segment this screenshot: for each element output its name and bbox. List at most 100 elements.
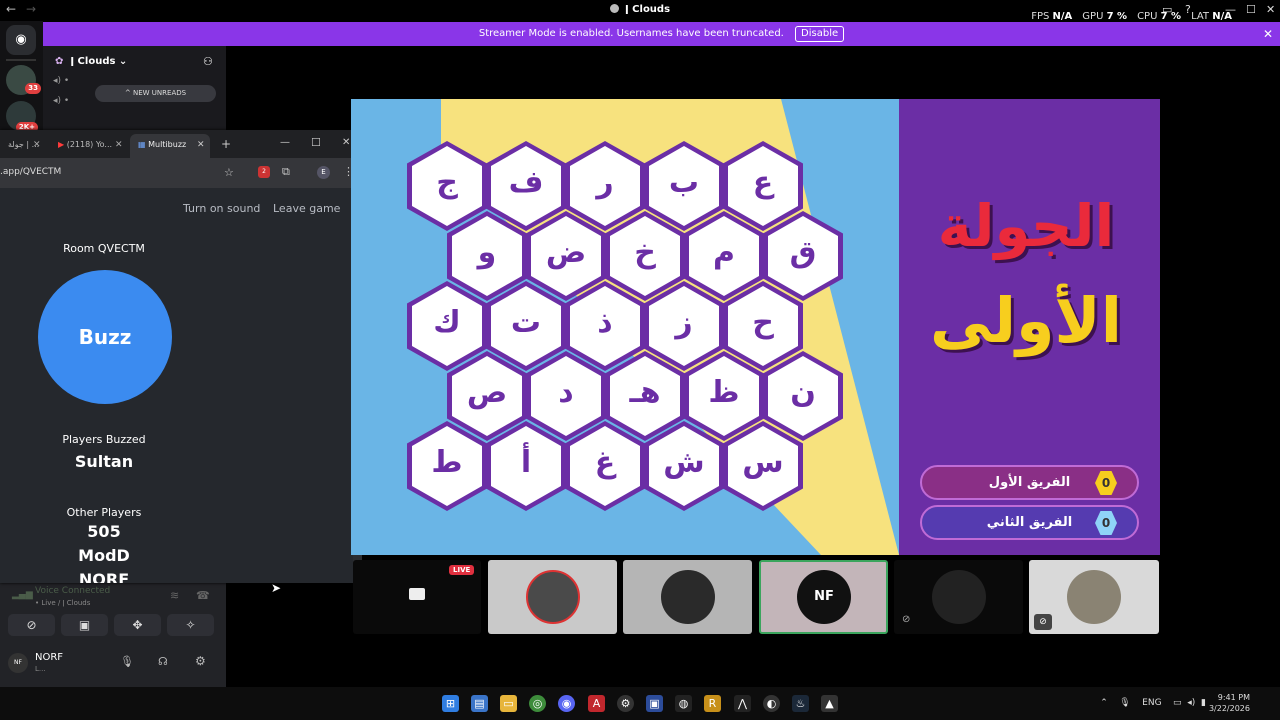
volume-icon[interactable]: ◂) [1187,698,1195,708]
vpn-icon[interactable]: ⋀ [734,695,751,712]
settings-gear-icon[interactable]: ⚙ [195,654,206,668]
participant-tile[interactable] [488,560,617,634]
file-explorer-icon[interactable]: ▭ [500,695,517,712]
close-tab-icon[interactable]: ✕ [197,140,205,150]
letter-hex-label: غ [570,426,640,506]
new-unreads-button[interactable]: ^ NEW UNREADS [95,85,216,102]
voice-sub: • Live / ǀ Clouds [35,599,91,607]
participant-tile[interactable]: ⊘ [894,560,1023,634]
noise-suppression-icon[interactable]: ≋ [170,589,179,602]
letter-hex-label: ش [649,426,719,506]
extensions-puzzle-icon[interactable]: ⧉ [282,165,290,179]
screen-share-icon [409,588,425,600]
letter-hex-label: ك [412,286,482,366]
url-text[interactable]: .app/QVECTM [0,167,61,177]
players-buzzed-label: Players Buzzed [62,433,146,446]
rail-divider [6,59,36,61]
team1-name: الفريق الأول [988,475,1071,490]
letter-hex-label: ط [412,426,482,506]
activities-button[interactable]: ✥ [114,614,161,636]
chrome-icon[interactable]: ◎ [529,695,546,712]
disable-button[interactable]: Disable [795,26,845,42]
server-icon-2[interactable]: 2K+ [6,101,38,133]
participant-tile[interactable] [623,560,752,634]
other-player: NORF [78,570,130,583]
unread-badge: 33 [25,83,41,94]
speaking-participant-tile[interactable]: NF [759,560,888,634]
new-tab-icon[interactable]: + [221,137,231,151]
team2-score-value: 0 [1095,511,1117,535]
network-icon[interactable]: ▭ [1173,698,1182,708]
close-tab-icon[interactable]: ✕ [33,140,41,150]
server-icon-1[interactable]: 33 [6,65,41,95]
leave-game-link[interactable]: Leave game [273,202,340,215]
steam-icon[interactable]: ♨ [792,695,809,712]
taskbar: ⊞ ▤ ▭ ◎ ◉ A ⚙ ▣ ◍ R ⋀ ◐ ♨ ▲ ⌃ 🎙︎ ENG ▭ ◂… [0,687,1280,720]
letter-hex-label: ص [452,356,522,436]
other-player: ModD [78,546,130,565]
screen-share-button[interactable]: ▣ [61,614,108,636]
extension-icon[interactable]: 2 [258,166,270,178]
youtube-icon: ▶ [58,140,65,149]
buzz-button[interactable]: Buzz [38,270,172,404]
microphone-icon[interactable]: 🎙︎ [120,655,134,668]
discord-icon[interactable]: ◉ [558,695,575,712]
letter-hex-label: ض [531,216,601,296]
headphones-icon[interactable]: ☊ [158,655,168,668]
speaker-icon: ◂) • [53,96,70,106]
battery-icon[interactable]: ▮ [1201,698,1206,708]
letter-hex-label: ر [570,146,640,226]
turn-on-sound-link[interactable]: Turn on sound [183,202,260,215]
server-header[interactable]: ✿ ǀ Clouds ⌄ [55,56,127,67]
profile-avatar[interactable]: E [317,166,330,179]
avatar[interactable]: NF [8,653,28,673]
voice-panel: ▂▄▆ Voice Connected • Live / ǀ Clouds ≋ … [0,583,226,687]
time: 9:41 PM [1217,693,1250,702]
speaker-icon: ◂) • [53,76,70,86]
obs-icon[interactable]: ◍ [675,695,692,712]
address-bar[interactable]: .app/QVECTM ☆ 2 ⧉ E ⋮ [0,158,362,188]
minimize-icon[interactable]: — [1225,3,1236,16]
chevron-up-icon[interactable]: ⌃ [1100,698,1108,708]
letter-hex-label: س [728,426,798,506]
tab-strip: جولة | ... ✕ ▶ (2118) Yo... ✕ ▦ Multibuz… [0,130,362,158]
app-icon[interactable]: ▣ [646,695,663,712]
acrobat-icon[interactable]: A [588,695,605,712]
letter-hex-label: م [689,216,759,296]
maximize-icon[interactable]: ☐ [311,136,321,149]
app-icon[interactable]: ▲ [821,695,838,712]
maximize-icon[interactable]: ☐ [1246,3,1256,16]
store-icon[interactable]: ▤ [471,695,488,712]
inbox-icon[interactable]: ▭ [1162,3,1172,16]
discord-home-icon[interactable]: ◉ [6,25,36,55]
avatar [526,570,580,624]
close-icon[interactable]: ✕ [342,137,350,148]
bookmark-star-icon[interactable]: ☆ [224,166,234,179]
disconnect-icon[interactable]: ☎ [196,589,210,602]
system-tray: ⌃ 🎙︎ ENG ▭ ◂) ▮ [1100,698,1206,708]
tab-round[interactable]: جولة | ... [0,134,50,158]
team1-score-value: 0 [1095,471,1117,495]
letter-hex-label: ت [491,286,561,366]
app-icon[interactable]: ◐ [763,695,780,712]
clock[interactable]: 9:41 PM 3/22/2026 [1209,692,1250,714]
add-member-icon[interactable]: ⚇ [203,55,213,68]
help-icon[interactable]: ? [1185,3,1191,16]
stream-tile[interactable]: LIVE [353,560,481,634]
close-icon[interactable]: ✕ [1266,3,1275,16]
camera-off-button[interactable]: ⊘ [8,614,55,636]
windows-start-icon[interactable]: ⊞ [442,695,459,712]
rockstar-icon[interactable]: R [704,695,721,712]
room-code: Room QVECTM [63,242,145,255]
letter-hex-label: ب [649,146,719,226]
close-tab-icon[interactable]: ✕ [115,140,123,150]
participant-tile[interactable]: ⊘ [1029,560,1159,634]
microphone-icon[interactable]: 🎙︎ [1119,698,1130,708]
letter-hex-label: ع [728,146,798,226]
minimize-icon[interactable]: — [280,137,290,148]
letter-hex-label: أ [491,426,561,506]
language-indicator[interactable]: ENG [1142,698,1161,708]
soundboard-button[interactable]: ✧ [167,614,214,636]
settings-icon[interactable]: ⚙ [617,695,634,712]
close-banner-icon[interactable]: ✕ [1263,22,1273,46]
